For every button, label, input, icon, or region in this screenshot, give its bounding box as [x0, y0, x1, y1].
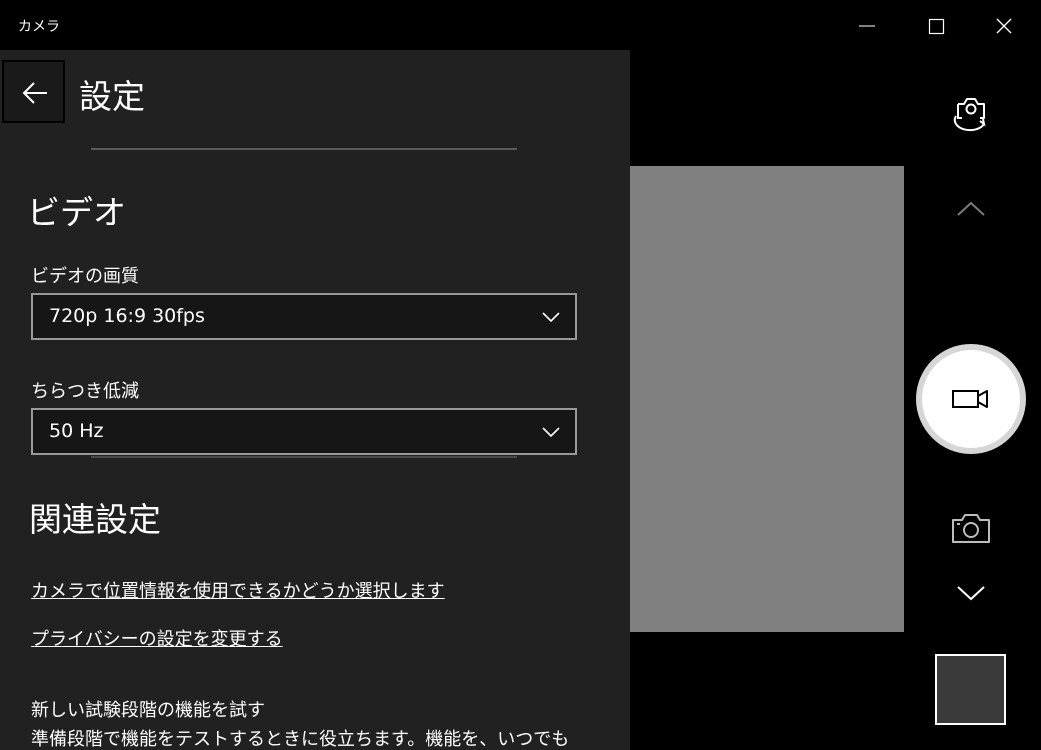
- camera-app-window: カメラ 設定 ビデオ ビデオの画質 720p 16:9 30fps ちらつき低減…: [0, 0, 1041, 750]
- flicker-reduction-value: 50 Hz: [49, 420, 104, 442]
- divider: [91, 456, 517, 458]
- chevron-down-button[interactable]: [952, 578, 990, 608]
- video-quality-dropdown[interactable]: 720p 16:9 30fps: [31, 293, 577, 340]
- flicker-reduction-label: ちらつき低減: [31, 381, 139, 402]
- photo-mode-button[interactable]: [949, 510, 993, 548]
- settings-panel: 設定 ビデオ ビデオの画質 720p 16:9 30fps ちらつき低減 50 …: [0, 50, 630, 750]
- switch-camera-icon: [953, 98, 986, 132]
- minimize-button[interactable]: [844, 0, 890, 50]
- last-capture-thumbnail[interactable]: [935, 654, 1006, 725]
- page-title: 設定: [79, 77, 145, 116]
- chevron-up-button[interactable]: [952, 192, 990, 226]
- divider: [91, 148, 517, 150]
- maximize-icon: [928, 18, 945, 35]
- close-icon: [996, 18, 1012, 34]
- preview-features-description: 準備段階で機能をテストするときに役立ちます。機能を、いつでも: [31, 729, 570, 750]
- video-camera-icon: [952, 390, 988, 408]
- chevron-up-icon: [957, 201, 985, 216]
- record-button-inner: [922, 350, 1020, 448]
- flicker-reduction-dropdown[interactable]: 50 Hz: [31, 408, 577, 455]
- related-settings-heading: 関連設定: [29, 500, 161, 539]
- video-quality-label: ビデオの画質: [31, 266, 139, 287]
- switch-camera-button[interactable]: [948, 90, 994, 134]
- privacy-settings-link[interactable]: プライバシーの設定を変更する: [31, 625, 283, 651]
- maximize-button[interactable]: [912, 0, 958, 50]
- record-video-button[interactable]: [916, 344, 1026, 454]
- chevron-down-icon: [957, 586, 985, 601]
- camera-preview: [630, 166, 904, 632]
- back-button[interactable]: [2, 60, 65, 123]
- back-arrow-icon: [22, 82, 47, 104]
- photo-camera-icon: [952, 514, 990, 543]
- chevron-down-icon: [542, 427, 560, 438]
- video-quality-value: 720p 16:9 30fps: [49, 305, 205, 327]
- video-section-heading: ビデオ: [27, 193, 126, 232]
- preview-features-title: 新しい試験段階の機能を試す: [31, 700, 265, 721]
- chevron-down-icon: [542, 312, 560, 323]
- window-title: カメラ: [18, 19, 60, 35]
- close-button[interactable]: [981, 0, 1027, 50]
- location-settings-link[interactable]: カメラで位置情報を使用できるかどうか選択します: [31, 577, 445, 603]
- minimize-icon: [859, 25, 875, 27]
- title-bar: カメラ: [0, 0, 1041, 50]
